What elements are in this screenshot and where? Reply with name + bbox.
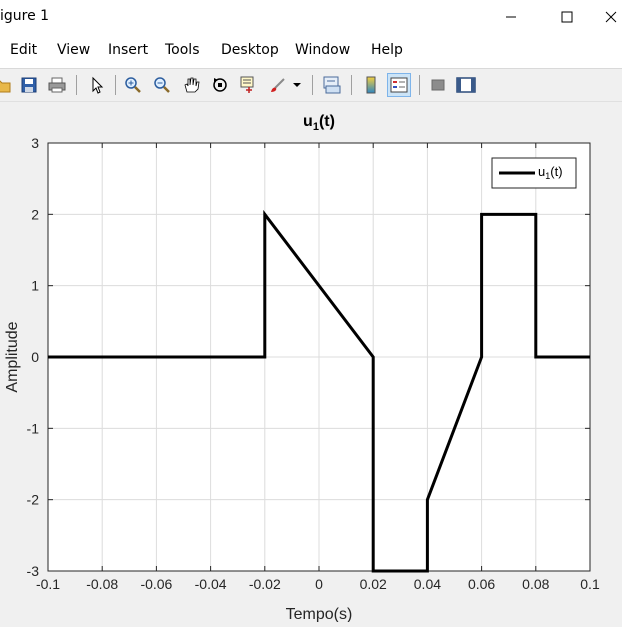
- pan-hand-icon: [184, 77, 200, 93]
- menu-help[interactable]: Help: [371, 42, 403, 58]
- y-tick-label: 0: [31, 349, 39, 365]
- y-tick-label: -3: [27, 563, 40, 579]
- print-icon: [48, 77, 66, 93]
- link-plot-icon: [323, 76, 341, 94]
- pan-button[interactable]: [179, 73, 203, 97]
- close-button[interactable]: [600, 0, 622, 34]
- menu-desktop[interactable]: Desktop: [221, 42, 279, 58]
- y-tick-label: -2: [27, 492, 40, 508]
- y-tick-labels: -3 -2 -1 0 1 2 3: [27, 135, 40, 579]
- y-axis-label: Amplitude: [4, 321, 21, 392]
- toolbar-separator: [312, 75, 313, 95]
- plot-svg[interactable]: -0.1 -0.08 -0.06 -0.04 -0.02 0 0.02 0.04 0.06 0.0…: [0, 102, 622, 623]
- pointer-icon: [92, 76, 104, 94]
- rotate-button[interactable]: [208, 73, 232, 97]
- save-button[interactable]: [17, 73, 41, 97]
- y-tick-label: 2: [31, 206, 39, 222]
- y-tick-label: -1: [27, 420, 40, 436]
- title-bar: igure 1: [0, 0, 622, 34]
- hide-plot-tools-icon: [431, 79, 445, 91]
- toolbar-separator: [419, 75, 420, 95]
- x-tick-label: 0.08: [522, 576, 549, 592]
- legend-label-suffix: (t): [550, 164, 562, 179]
- brush-dropdown-icon: [293, 83, 301, 87]
- data-cursor-icon: [240, 76, 254, 93]
- menu-window[interactable]: Window: [295, 42, 350, 58]
- open-file-icon: [0, 80, 11, 93]
- x-tick-label: 0.04: [414, 576, 441, 592]
- x-tick-label: -0.08: [86, 576, 118, 592]
- toolbar-separator: [351, 75, 352, 95]
- x-axis-label: Tempo(s): [286, 606, 353, 622]
- plot-title: u1(t): [303, 113, 335, 133]
- maximize-icon: [561, 11, 573, 23]
- menu-edit[interactable]: Edit: [10, 42, 37, 58]
- rotate-3d-icon: [213, 78, 227, 92]
- show-plot-tools-icon: [456, 77, 476, 93]
- insert-colorbar-icon: [366, 76, 376, 94]
- x-tick-label: -0.04: [195, 576, 227, 592]
- brush-dropdown-button[interactable]: [290, 73, 304, 97]
- x-tick-label: -0.1: [36, 576, 60, 592]
- x-tick-label: -0.02: [249, 576, 281, 592]
- close-icon: [605, 11, 617, 23]
- minimize-icon: [506, 16, 516, 18]
- open-file-button[interactable]: [0, 73, 14, 97]
- minimize-button[interactable]: [488, 0, 534, 34]
- x-tick-label: 0: [315, 576, 323, 592]
- legend[interactable]: u1(t): [491, 157, 577, 189]
- print-button[interactable]: [45, 73, 69, 97]
- zoom-in-icon: [125, 77, 141, 93]
- y-tick-label: 3: [31, 135, 39, 151]
- x-tick-labels: -0.1 -0.08 -0.06 -0.04 -0.02 0 0.02 0.04 0.06 0.0…: [36, 576, 600, 592]
- menu-view[interactable]: View: [57, 42, 90, 58]
- insert-legend-button[interactable]: [387, 73, 411, 97]
- menu-tools[interactable]: Tools: [165, 42, 200, 58]
- x-tick-label: 0.02: [360, 576, 387, 592]
- legend-label-main: u: [538, 164, 545, 179]
- figure-canvas[interactable]: -0.1 -0.08 -0.06 -0.04 -0.02 0 0.02 0.04 0.06 0.0…: [0, 102, 622, 623]
- legend-label: u1(t): [538, 164, 563, 181]
- x-tick-label: 0.1: [580, 576, 600, 592]
- zoom-in-button[interactable]: [121, 73, 145, 97]
- zoom-out-icon: [154, 77, 170, 93]
- link-plot-button[interactable]: [320, 73, 344, 97]
- menu-insert[interactable]: Insert: [108, 42, 148, 58]
- x-tick-label: -0.06: [140, 576, 172, 592]
- zoom-out-button[interactable]: [150, 73, 174, 97]
- toolbar-separator: [76, 75, 77, 95]
- save-icon: [21, 77, 37, 93]
- show-plot-tools-button[interactable]: [454, 73, 478, 97]
- window-title: igure 1: [0, 8, 50, 24]
- insert-legend-icon: [390, 77, 408, 93]
- maximize-button[interactable]: [544, 0, 590, 34]
- hide-plot-tools-button[interactable]: [426, 73, 450, 97]
- data-cursor-button[interactable]: [237, 73, 261, 97]
- toolbar-separator: [115, 75, 116, 95]
- menu-bar: Edit View Insert Tools Desktop Window He…: [0, 34, 622, 69]
- plot-title-suffix: (t): [319, 113, 335, 130]
- y-tick-label: 1: [31, 278, 39, 294]
- insert-colorbar-button[interactable]: [359, 73, 383, 97]
- brush-button[interactable]: [266, 73, 290, 97]
- plot-title-main: u: [303, 113, 313, 130]
- x-tick-label: 0.06: [468, 576, 495, 592]
- toolbar: [0, 69, 622, 102]
- brush-icon: [271, 78, 285, 92]
- pointer-button[interactable]: [85, 73, 109, 97]
